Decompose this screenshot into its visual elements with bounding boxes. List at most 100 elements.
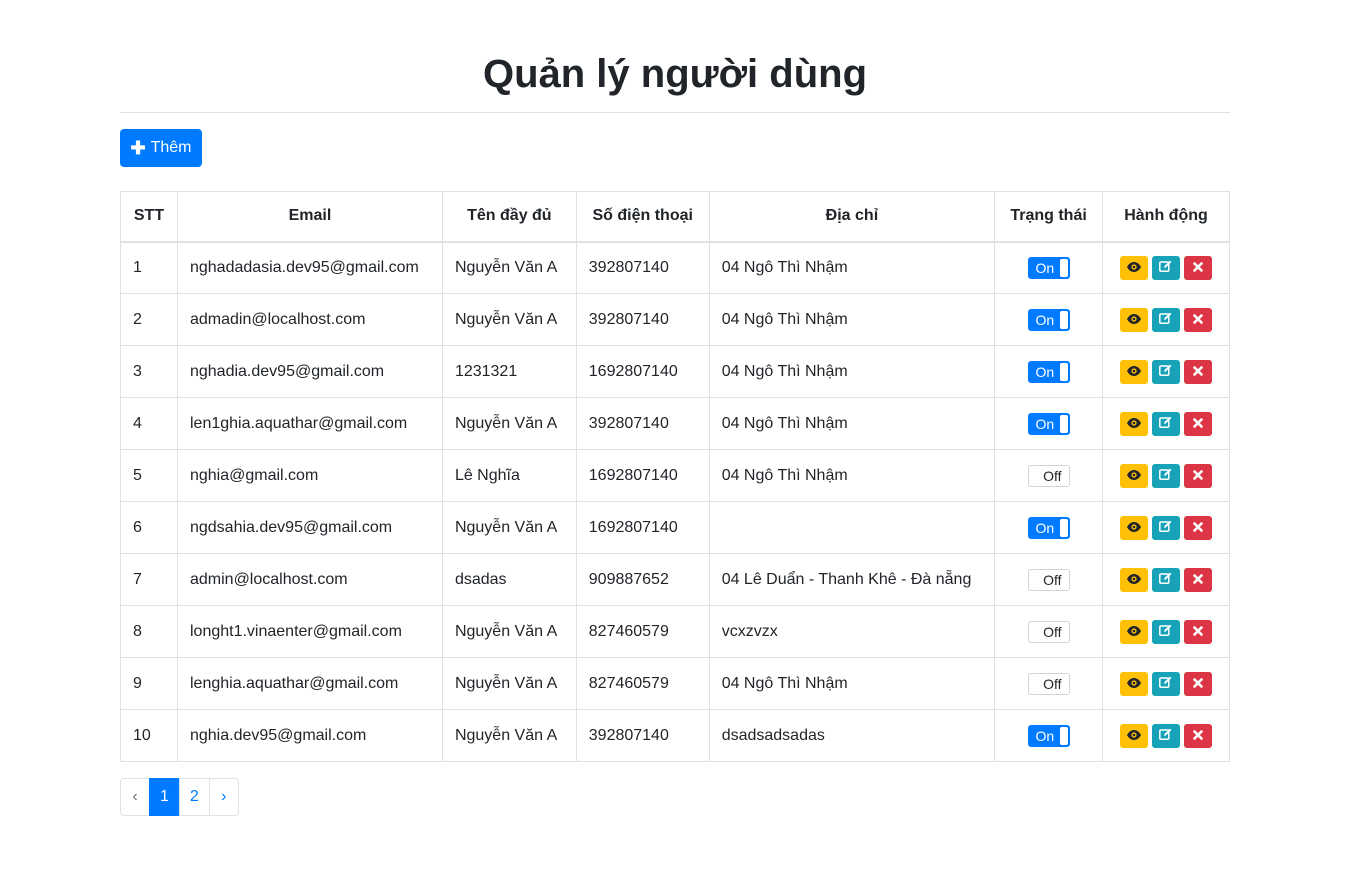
status-toggle[interactable]: On bbox=[1027, 412, 1070, 435]
edit-button[interactable] bbox=[1151, 619, 1180, 644]
eye-icon bbox=[1126, 520, 1141, 535]
view-button[interactable] bbox=[1119, 567, 1148, 592]
delete-button[interactable] bbox=[1183, 463, 1212, 488]
add-user-button[interactable]: ✚ Thêm bbox=[120, 129, 202, 167]
close-icon bbox=[1193, 624, 1203, 639]
delete-button[interactable] bbox=[1183, 411, 1212, 436]
view-button[interactable] bbox=[1119, 515, 1148, 540]
status-toggle[interactable]: On bbox=[1027, 724, 1070, 747]
eye-icon bbox=[1126, 312, 1141, 327]
cell-status: On bbox=[994, 241, 1103, 294]
view-button[interactable] bbox=[1119, 723, 1148, 748]
cell-stt: 9 bbox=[120, 657, 178, 710]
toggle-knob bbox=[1059, 362, 1068, 381]
edit-icon bbox=[1159, 260, 1172, 275]
edit-button[interactable] bbox=[1151, 567, 1180, 592]
status-toggle[interactable]: Off bbox=[1027, 620, 1070, 643]
eye-icon bbox=[1126, 364, 1141, 379]
eye-icon bbox=[1126, 416, 1141, 431]
close-icon bbox=[1193, 260, 1203, 275]
header-email: Email bbox=[176, 191, 443, 243]
view-button[interactable] bbox=[1119, 255, 1148, 280]
status-toggle[interactable]: On bbox=[1027, 516, 1070, 539]
cell-actions bbox=[1101, 501, 1231, 554]
cell-status: On bbox=[994, 345, 1103, 398]
view-button[interactable] bbox=[1119, 463, 1148, 488]
delete-button[interactable] bbox=[1183, 515, 1212, 540]
delete-button[interactable] bbox=[1183, 567, 1212, 592]
table-row: 6 ngdsahia.dev95@gmail.com Nguyễn Văn A 169… bbox=[120, 501, 1231, 554]
cell-full-name: Nguyễn Văn A bbox=[441, 501, 577, 554]
cell-stt: 10 bbox=[120, 709, 178, 762]
delete-button[interactable] bbox=[1183, 619, 1212, 644]
edit-icon bbox=[1159, 572, 1172, 587]
table-row: 1 nghadadasia.dev95@gmail.com Nguyễn Văn A… bbox=[120, 241, 1231, 294]
status-toggle[interactable]: Off bbox=[1027, 464, 1070, 487]
status-toggle[interactable]: On bbox=[1027, 360, 1070, 383]
delete-button[interactable] bbox=[1183, 723, 1212, 748]
edit-button[interactable] bbox=[1151, 411, 1180, 436]
status-toggle-label: Off bbox=[1043, 623, 1062, 640]
cell-full-name: Nguyễn Văn A bbox=[441, 657, 577, 710]
cell-email: nghadia.dev95@gmail.com bbox=[176, 345, 443, 398]
view-button[interactable] bbox=[1119, 359, 1148, 384]
edit-button[interactable] bbox=[1151, 671, 1180, 696]
status-toggle[interactable]: Off bbox=[1027, 568, 1070, 591]
status-toggle[interactable]: On bbox=[1027, 256, 1070, 279]
edit-button[interactable] bbox=[1151, 723, 1180, 748]
cell-actions bbox=[1101, 657, 1231, 710]
view-button[interactable] bbox=[1119, 411, 1148, 436]
cell-full-name: Nguyễn Văn A bbox=[441, 709, 577, 762]
plus-icon: ✚ bbox=[130, 138, 146, 158]
cell-full-name: Nguyễn Văn A bbox=[441, 293, 577, 346]
table-row: 8 longht1.vinaenter@gmail.com Nguyễn Văn A… bbox=[120, 605, 1231, 658]
edit-icon bbox=[1159, 312, 1172, 327]
add-button-label: Thêm bbox=[150, 139, 192, 156]
eye-icon bbox=[1126, 624, 1141, 639]
status-toggle-label: Off bbox=[1043, 467, 1062, 484]
edit-button[interactable] bbox=[1151, 463, 1180, 488]
delete-button[interactable] bbox=[1183, 307, 1212, 332]
edit-icon bbox=[1159, 624, 1172, 639]
delete-button[interactable] bbox=[1183, 359, 1212, 384]
status-toggle[interactable]: On bbox=[1027, 308, 1070, 331]
cell-full-name: dsadas bbox=[441, 553, 577, 606]
pagination-page-2[interactable]: 2 bbox=[178, 778, 210, 816]
status-toggle-label: On bbox=[1035, 519, 1055, 536]
cell-actions bbox=[1101, 709, 1231, 762]
cell-address bbox=[708, 501, 996, 554]
cell-email: nghadadasia.dev95@gmail.com bbox=[176, 241, 443, 294]
table-header-row: STT Email Tên đầy đủ Số điện thoại Địa c… bbox=[120, 191, 1231, 243]
delete-button[interactable] bbox=[1183, 671, 1212, 696]
view-button[interactable] bbox=[1119, 307, 1148, 332]
view-button[interactable] bbox=[1119, 671, 1148, 696]
status-toggle-label: On bbox=[1035, 363, 1055, 380]
delete-button[interactable] bbox=[1183, 255, 1212, 280]
pagination-prev[interactable]: ‹ bbox=[120, 778, 150, 816]
cell-full-name: Nguyễn Văn A bbox=[441, 397, 577, 450]
status-toggle[interactable]: Off bbox=[1027, 672, 1070, 695]
close-icon bbox=[1193, 416, 1203, 431]
cell-status: On bbox=[994, 293, 1103, 346]
cell-email: ngdsahia.dev95@gmail.com bbox=[176, 501, 443, 554]
cell-address: vcxzvzx bbox=[708, 605, 996, 658]
edit-button[interactable] bbox=[1151, 307, 1180, 332]
edit-button[interactable] bbox=[1151, 255, 1180, 280]
pagination-page-1[interactable]: 1 bbox=[149, 778, 180, 816]
view-button[interactable] bbox=[1119, 619, 1148, 644]
close-icon bbox=[1193, 520, 1203, 535]
cell-stt: 7 bbox=[120, 553, 178, 606]
cell-email: len1ghia.aquathar@gmail.com bbox=[176, 397, 443, 450]
page-title: Quản lý người dùng bbox=[120, 0, 1230, 113]
eye-icon bbox=[1126, 728, 1141, 743]
cell-stt: 4 bbox=[120, 397, 178, 450]
edit-button[interactable] bbox=[1151, 359, 1180, 384]
edit-button[interactable] bbox=[1151, 515, 1180, 540]
edit-icon bbox=[1159, 520, 1172, 535]
cell-email: longht1.vinaenter@gmail.com bbox=[176, 605, 443, 658]
cell-full-name: 1231321 bbox=[441, 345, 577, 398]
cell-status: Off bbox=[994, 657, 1103, 710]
cell-status: On bbox=[994, 501, 1103, 554]
pagination-next[interactable]: › bbox=[208, 778, 239, 816]
table-row: 4 len1ghia.aquathar@gmail.com Nguyễn Văn A… bbox=[120, 397, 1231, 450]
